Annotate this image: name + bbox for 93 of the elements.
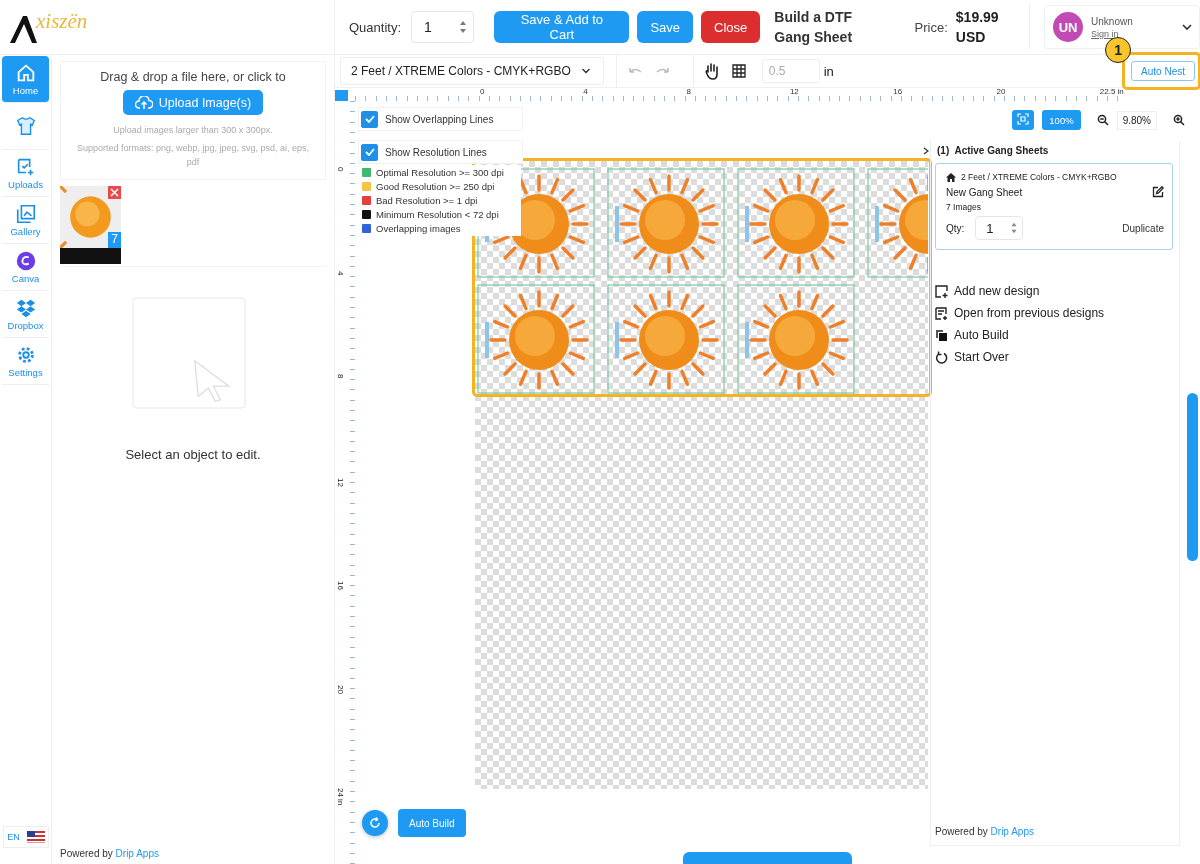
quantity-field[interactable]: 1: [411, 11, 475, 43]
vertical-ruler: 0 4 8 12 16 20 24 in: [335, 101, 355, 864]
hand-icon[interactable]: [703, 62, 720, 80]
drip-apps-link[interactable]: Drip Apps: [115, 848, 159, 859]
zoom-in-icon[interactable]: [1173, 114, 1185, 126]
empty-state-text: Select an object to edit.: [124, 447, 262, 462]
dropzone-text: Drag & drop a file here, or click to: [100, 70, 286, 84]
unit-label: in: [823, 63, 834, 79]
powered-by-text: Powered by Drip Apps: [935, 826, 1035, 837]
qty-label: Qty:: [946, 222, 965, 234]
cloud-upload-icon: [134, 95, 153, 110]
auto-build-button[interactable]: Auto Build: [398, 809, 466, 837]
upload-dropzone[interactable]: Drag & drop a file here, or click to Upload Image(s) Upload images larger than 300 x 300px. Supported formats: png, webp, jpg, jpeg, svg, psd, ai, eps, pdf: [60, 61, 326, 180]
zoom-level: 9.80%: [1116, 110, 1157, 130]
caption-bar: [60, 248, 121, 264]
legend-label: Optimal Resolution >= 300 dpi: [376, 167, 504, 178]
action-item[interactable]: Open from previous designs: [935, 306, 1173, 320]
home-icon: [946, 172, 956, 182]
legend-label: Bad Resolution >= 1 dpi: [376, 195, 478, 206]
sheet-size: 2 Feet / XTREME Colors - CMYK+RGBO: [961, 172, 1117, 182]
chevron-down-icon[interactable]: [1181, 23, 1193, 31]
drip-apps-link[interactable]: Drip Apps: [990, 826, 1034, 837]
check-icon: [364, 148, 375, 156]
upload-button[interactable]: Upload Image(s): [122, 90, 264, 115]
remove-icon[interactable]: [108, 186, 121, 199]
section-title: (1) Active Gang Sheets: [937, 145, 1049, 156]
nav-item[interactable]: Home: [2, 56, 49, 103]
vertical-scrollbar[interactable]: [1187, 393, 1198, 561]
avatar: UN: [1053, 12, 1084, 42]
edit-icon[interactable]: [1152, 186, 1164, 198]
horizontal-scrollbar[interactable]: [683, 852, 852, 864]
duplicate-link[interactable]: Duplicate: [1122, 222, 1164, 234]
fit-button[interactable]: [1012, 110, 1035, 130]
grid-icon[interactable]: [731, 64, 746, 78]
copy-icon: [935, 328, 948, 342]
sheet-name: New Gang Sheet: [946, 186, 1023, 198]
checkbox[interactable]: [361, 143, 378, 161]
refresh-icon: [369, 817, 381, 829]
shirt-icon: [14, 115, 37, 137]
document-icon: [935, 306, 948, 320]
image-icon: [14, 203, 37, 225]
legend-label: Good Resolution >= 250 dpi: [376, 181, 495, 192]
step-marker: 1: [1105, 37, 1132, 63]
quantity-label: Quantity:: [349, 19, 402, 35]
chevron-down-icon: [580, 68, 591, 74]
image-count: 7 Images: [946, 202, 982, 212]
auto-nest-button[interactable]: Auto Nest: [1131, 61, 1195, 81]
reset-icon: [935, 350, 948, 364]
zoom-preset-button[interactable]: 100%: [1042, 110, 1081, 130]
supported-formats: Supported formats: png, webp, jpg, jpeg, svg, psd, ai, eps, pdf: [75, 142, 311, 169]
fit-screen-icon: [1017, 113, 1030, 125]
stepper-icon[interactable]: [459, 20, 468, 34]
action-item[interactable]: Auto Build: [935, 328, 1173, 342]
header-button[interactable]: Close: [701, 11, 761, 43]
action-item[interactable]: Add new design: [935, 284, 1173, 298]
header-button[interactable]: Save: [637, 11, 693, 43]
stepper-icon[interactable]: [1010, 222, 1019, 234]
language-selector[interactable]: EN: [3, 826, 49, 848]
price-label: Price:: [914, 19, 948, 35]
legend-label: Overlapping images: [376, 223, 461, 234]
price-value: $19.99 USD: [955, 8, 1000, 47]
nav-item[interactable]: Settings: [2, 338, 49, 385]
horizontal-ruler: 0 4 8 12 16 20 22.5 in: [355, 88, 1125, 101]
flag-icon: [26, 831, 45, 843]
sheet-size-dropdown[interactable]: 2 Feet / XTREME Colors - CMYK+RGBO: [340, 57, 604, 85]
nav-item[interactable]: Gallery: [2, 197, 49, 244]
spacing-input[interactable]: 0.5: [761, 59, 820, 83]
circle-logo-icon: [14, 250, 37, 272]
gang-sheet-card[interactable]: 2 Feet / XTREME Colors - CMYK+RGBO New Gang Sheet 7 Images Qty: 1 Duplicate: [935, 163, 1173, 250]
powered-by-text: Powered by Drip Apps: [60, 848, 160, 859]
nav-item[interactable]: Canva: [2, 244, 49, 291]
add-design-icon: [935, 284, 948, 298]
qty-field[interactable]: 1: [975, 216, 1024, 240]
overlay-toggle[interactable]: Show Resolution Lines: [358, 140, 523, 164]
checkbox[interactable]: [361, 110, 378, 128]
nav-item[interactable]: Dropbox: [2, 291, 49, 338]
box-logo-icon: [14, 297, 37, 319]
header-button[interactable]: Save & Add to Cart: [494, 11, 630, 43]
refresh-button[interactable]: [362, 810, 388, 836]
action-item[interactable]: Start Over: [935, 350, 1173, 364]
caret-icon[interactable]: [923, 146, 929, 155]
page-title: Build a DTF Gang Sheet: [774, 8, 854, 47]
zoom-out-icon[interactable]: [1096, 114, 1109, 126]
check-icon: [364, 115, 375, 123]
nav-item[interactable]: Uploads: [2, 150, 49, 197]
upload-hint: Upload images larger than 300 x 300px.: [113, 124, 273, 137]
sign-in-link[interactable]: Sign in: [1091, 28, 1173, 39]
overlay-toggle[interactable]: Show Overlapping Lines: [358, 107, 523, 131]
logo-text: xiszën: [36, 9, 88, 34]
uploaded-image[interactable]: 7: [60, 186, 121, 264]
legend-label: Minimum Resolution < 72 dpi: [376, 209, 499, 220]
count-badge: 7: [108, 232, 121, 248]
user-name: Unknown: [1091, 15, 1134, 27]
